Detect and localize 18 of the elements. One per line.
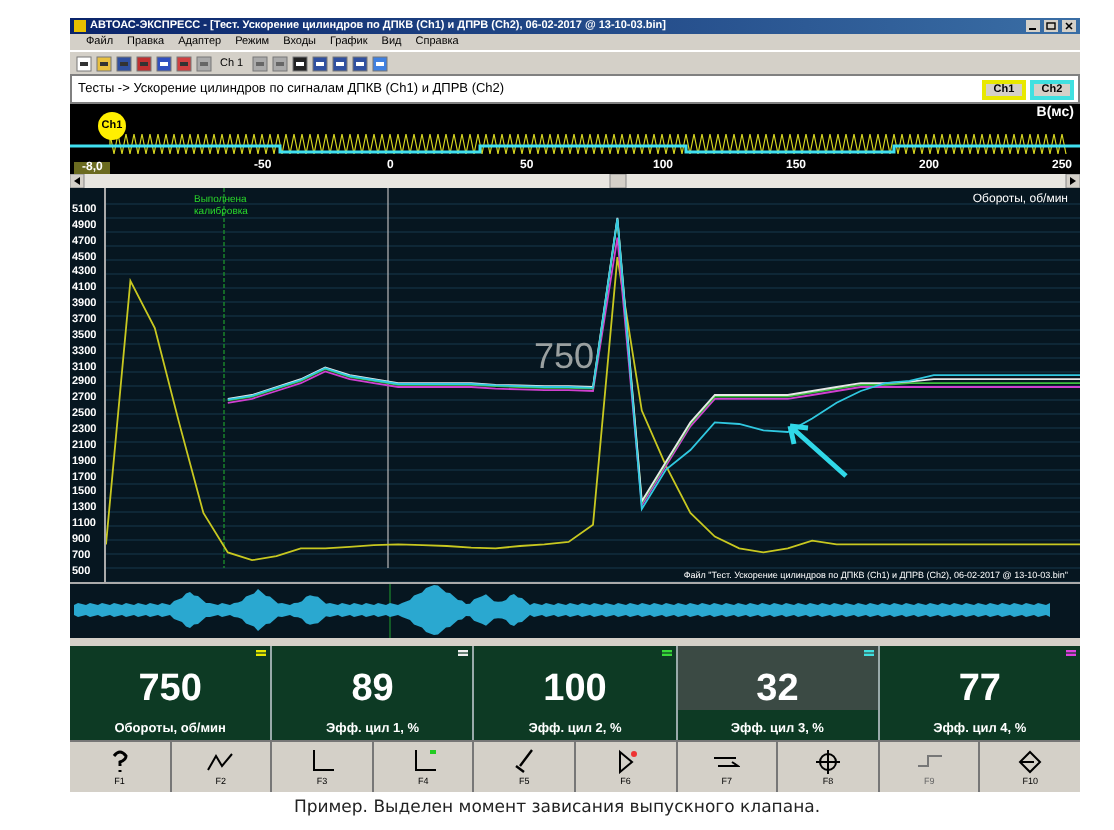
gauge-value: 750	[138, 668, 202, 712]
close-icon[interactable]	[1062, 20, 1076, 32]
probe-icon	[510, 748, 539, 774]
app-icon	[74, 20, 86, 32]
diamond-icon	[1016, 748, 1045, 774]
gauge-value: 89	[351, 668, 394, 712]
curve-icon	[206, 748, 235, 774]
rpm-reading: 750	[534, 336, 595, 378]
pointer-arrow	[782, 420, 850, 480]
axis-icon	[307, 748, 336, 774]
gauge-value: 77	[958, 668, 1001, 712]
gauge-value: 100	[543, 668, 607, 712]
restore-icon[interactable]	[1044, 20, 1058, 32]
scrollbar[interactable]	[70, 174, 1080, 188]
crosshair-icon	[813, 748, 842, 774]
caption: Пример. Выделен момент зависания выпускного клапана.	[291, 798, 823, 818]
gauge-value: 32	[756, 668, 799, 712]
axis-icon	[409, 748, 438, 774]
